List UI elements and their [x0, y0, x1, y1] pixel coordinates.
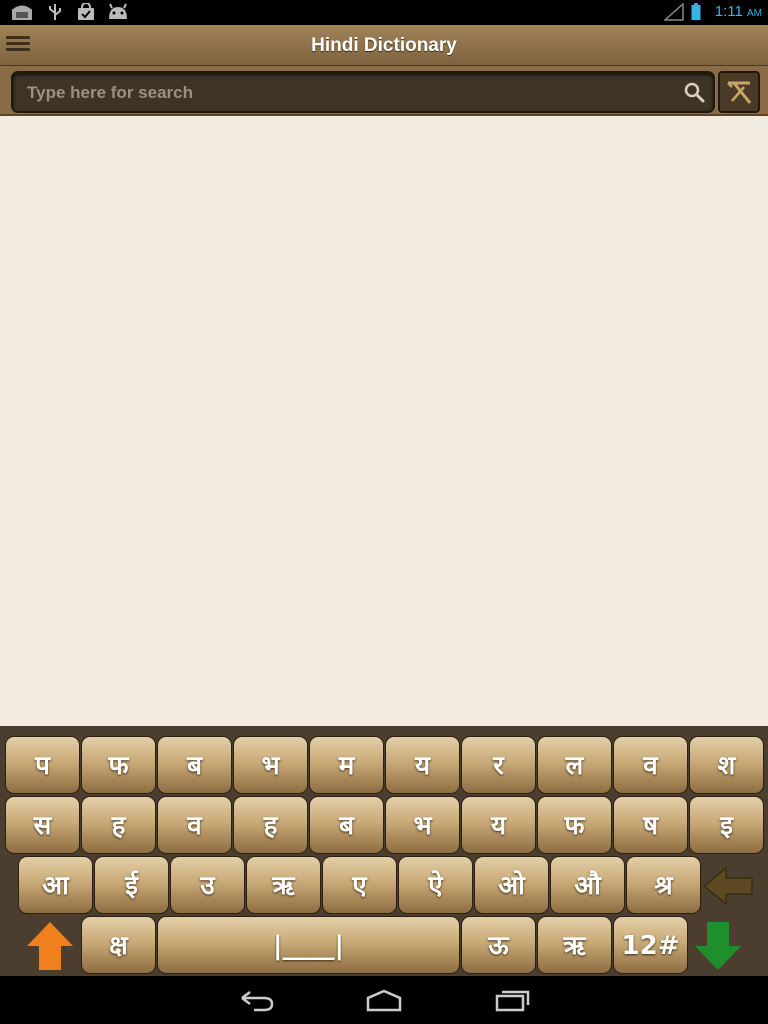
- enter-icon[interactable]: [693, 920, 743, 972]
- key[interactable]: भ: [385, 796, 460, 854]
- clock: 1:11 AM: [715, 3, 762, 23]
- key[interactable]: ऋ: [246, 856, 321, 914]
- key[interactable]: य: [461, 796, 536, 854]
- key[interactable]: ष: [613, 796, 688, 854]
- key[interactable]: ऋ: [537, 916, 612, 974]
- recent-apps-icon[interactable]: [492, 988, 532, 1012]
- search-icon[interactable]: [683, 81, 705, 103]
- key[interactable]: इ: [689, 796, 764, 854]
- numbers-key[interactable]: 12#: [613, 916, 688, 974]
- space-key[interactable]: |____|: [157, 916, 460, 974]
- usb-icon: [49, 4, 61, 20]
- key[interactable]: व: [157, 796, 232, 854]
- app-bar: Hindi Dictionary: [0, 25, 768, 66]
- key[interactable]: श: [689, 736, 764, 794]
- clock-time: 1:11: [714, 3, 743, 20]
- key[interactable]: क्ष: [81, 916, 156, 974]
- key[interactable]: ऊ: [461, 916, 536, 974]
- key[interactable]: औ: [550, 856, 625, 914]
- signal-icon: [664, 3, 684, 21]
- clear-button[interactable]: [718, 71, 760, 113]
- key[interactable]: य: [385, 736, 460, 794]
- key[interactable]: ह: [81, 796, 156, 854]
- app-title: Hindi Dictionary: [311, 35, 457, 56]
- key[interactable]: ओ: [474, 856, 549, 914]
- key[interactable]: ह: [233, 796, 308, 854]
- hindi-keyboard: प फ ब भ म य र ल व श स ह व ह ब भ य फ ष इ …: [0, 726, 768, 976]
- home-icon[interactable]: [364, 988, 404, 1012]
- key[interactable]: उ: [170, 856, 245, 914]
- key[interactable]: फ: [537, 796, 612, 854]
- nav-bar: [0, 976, 768, 1024]
- android-icon: [109, 3, 127, 19]
- search-input[interactable]: [25, 73, 669, 113]
- key[interactable]: ऐ: [398, 856, 473, 914]
- back-icon[interactable]: [236, 988, 276, 1012]
- key[interactable]: प: [5, 736, 80, 794]
- shift-icon[interactable]: [25, 920, 75, 972]
- key[interactable]: आ: [18, 856, 93, 914]
- eraser-icon: [727, 81, 752, 104]
- battery-icon: [691, 3, 701, 21]
- search-bar: [0, 66, 768, 116]
- key[interactable]: व: [613, 736, 688, 794]
- key[interactable]: ब: [157, 736, 232, 794]
- clock-ampm: AM: [747, 8, 762, 19]
- key[interactable]: ब: [309, 796, 384, 854]
- results-area: [0, 116, 768, 726]
- key[interactable]: म: [309, 736, 384, 794]
- key[interactable]: फ: [81, 736, 156, 794]
- status-bar: 1:11 AM: [0, 0, 768, 25]
- key[interactable]: ई: [94, 856, 169, 914]
- backspace-icon[interactable]: [702, 864, 754, 908]
- key[interactable]: र: [461, 736, 536, 794]
- key[interactable]: भ: [233, 736, 308, 794]
- phone-icon: [12, 5, 32, 20]
- key[interactable]: श्र: [626, 856, 701, 914]
- key[interactable]: ए: [322, 856, 397, 914]
- bag-icon: [78, 3, 94, 20]
- key[interactable]: ल: [537, 736, 612, 794]
- key[interactable]: स: [5, 796, 80, 854]
- search-box[interactable]: [11, 71, 715, 113]
